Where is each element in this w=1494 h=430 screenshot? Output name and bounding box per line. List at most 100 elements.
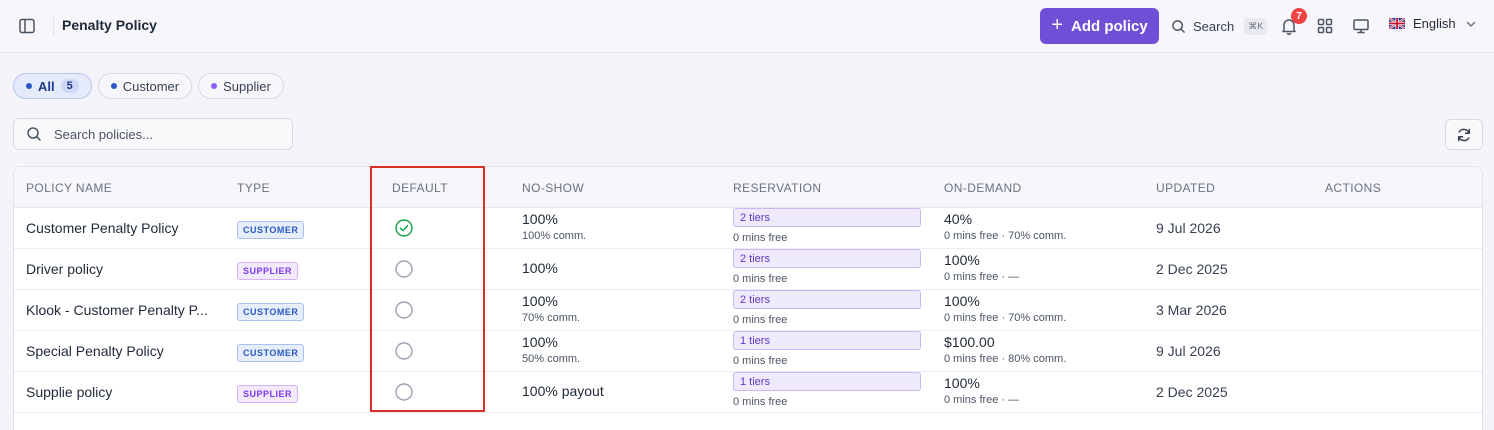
- reservation-free-time: 0 mins free: [733, 314, 788, 326]
- type-badge: CUSTOMER: [237, 303, 305, 321]
- reservation-cell: 2 tiers 0 mins free: [733, 208, 921, 244]
- updated-date: 3 Mar 2026: [1156, 302, 1227, 318]
- top-bar: Penalty Policy + Add policy Search ⌘K 7: [0, 0, 1494, 53]
- reservation-tiers-badge[interactable]: 1 tiers: [733, 331, 921, 350]
- reservation-tiers-badge[interactable]: 1 tiers: [733, 372, 921, 391]
- column-header-reservation[interactable]: RESERVATION: [733, 181, 821, 195]
- global-search-button[interactable]: Search ⌘K: [1171, 15, 1268, 37]
- grid-icon[interactable]: [1315, 16, 1335, 36]
- filter-chip-supplier[interactable]: Supplier: [198, 73, 284, 99]
- reservation-tiers-badge[interactable]: 2 tiers: [733, 208, 921, 227]
- add-policy-label: Add policy: [1071, 17, 1148, 35]
- updated-date: 2 Dec 2025: [1156, 384, 1228, 400]
- sidebar-toggle-icon[interactable]: [17, 16, 37, 36]
- table-header: POLICY NAME TYPE DEFAULT NO-SHOW RESERVA…: [14, 167, 1482, 208]
- type-badge: SUPPLIER: [237, 385, 299, 403]
- default-radio-icon[interactable]: [394, 341, 414, 361]
- no-show-value: 100%: [522, 293, 558, 309]
- default-check-icon[interactable]: [394, 218, 414, 238]
- table-row[interactable]: Supplie policy SUPPLIER 100% payout 1 ti…: [14, 372, 1482, 413]
- table-row[interactable]: Customer Penalty Policy CUSTOMER 100% 10…: [14, 208, 1482, 249]
- type-badge: CUSTOMER: [237, 344, 305, 362]
- on-demand-detail: 0 mins free · 70% comm.: [944, 230, 1067, 242]
- filter-chip-customer[interactable]: Customer: [97, 73, 193, 99]
- on-demand-detail: 0 mins free · 80% comm.: [944, 353, 1067, 365]
- uk-flag-icon: [1389, 18, 1405, 29]
- policy-name[interactable]: Driver policy: [26, 261, 103, 277]
- no-show-cell: 100% 70% comm.: [522, 293, 580, 324]
- page-title: Penalty Policy: [62, 17, 157, 33]
- filter-all-label: All: [38, 78, 55, 94]
- reservation-cell: 1 tiers 0 mins free: [733, 331, 921, 367]
- policy-search-input[interactable]: [54, 126, 274, 142]
- add-policy-button[interactable]: + Add policy: [1040, 8, 1159, 44]
- updated-date: 2 Dec 2025: [1156, 261, 1228, 277]
- updated-date: 9 Jul 2026: [1156, 343, 1221, 359]
- updated-date: 9 Jul 2026: [1156, 220, 1221, 236]
- policy-search-field: [13, 118, 293, 150]
- refresh-button[interactable]: [1445, 119, 1483, 150]
- column-header-default[interactable]: DEFAULT: [392, 181, 448, 195]
- reservation-cell: 1 tiers 0 mins free: [733, 372, 921, 408]
- reservation-tiers-badge[interactable]: 2 tiers: [733, 249, 921, 268]
- default-radio-icon[interactable]: [394, 382, 414, 402]
- default-radio-icon[interactable]: [394, 300, 414, 320]
- policy-name[interactable]: Supplie policy: [26, 384, 112, 400]
- policy-table: POLICY NAME TYPE DEFAULT NO-SHOW RESERVA…: [13, 166, 1483, 430]
- type-badge: CUSTOMER: [237, 221, 305, 239]
- on-demand-detail: 0 mins free · —: [944, 394, 1020, 406]
- no-show-value: 100%: [522, 211, 558, 227]
- table-row[interactable]: Driver policy SUPPLIER 100% 2 tiers 0 mi…: [14, 249, 1482, 290]
- notification-badge: 7: [1291, 8, 1307, 24]
- column-header-policy-name[interactable]: POLICY NAME: [26, 181, 112, 195]
- column-header-actions: ACTIONS: [1325, 181, 1382, 195]
- reservation-free-time: 0 mins free: [733, 232, 788, 244]
- on-demand-cell: 40% 0 mins free · 70% comm.: [944, 211, 1066, 242]
- language-label: English: [1413, 16, 1456, 31]
- no-show-value: 100%: [522, 334, 558, 350]
- on-demand-detail: 0 mins free · —: [944, 271, 1020, 283]
- no-show-cell: 100%: [522, 260, 558, 276]
- monitor-icon[interactable]: [1351, 16, 1371, 36]
- on-demand-cell: 100% 0 mins free · —: [944, 375, 1019, 406]
- search-icon: [27, 127, 41, 141]
- policy-name[interactable]: Klook - Customer Penalty P...: [26, 302, 208, 318]
- policy-name[interactable]: Special Penalty Policy: [26, 343, 164, 359]
- filter-chip-all[interactable]: All 5: [13, 73, 92, 99]
- table-row[interactable]: Special Penalty Policy CUSTOMER 100% 50%…: [14, 331, 1482, 372]
- reservation-free-time: 0 mins free: [733, 355, 788, 367]
- filter-dot: [110, 83, 117, 89]
- on-demand-cell: 100% 0 mins free · 70% comm.: [944, 293, 1066, 324]
- column-header-no-show[interactable]: NO-SHOW: [522, 181, 584, 195]
- reservation-cell: 2 tiers 0 mins free: [733, 249, 921, 285]
- search-icon: [1172, 19, 1185, 33]
- on-demand-value: 100%: [944, 252, 980, 268]
- reservation-tiers-badge[interactable]: 2 tiers: [733, 290, 921, 309]
- no-show-cell: 100% 50% comm.: [522, 334, 580, 365]
- column-header-type[interactable]: TYPE: [237, 181, 270, 195]
- on-demand-value: 100%: [944, 293, 980, 309]
- on-demand-detail: 0 mins free · 70% comm.: [944, 312, 1067, 324]
- on-demand-cell: $100.00 0 mins free · 80% comm.: [944, 334, 1066, 365]
- column-header-on-demand[interactable]: ON-DEMAND: [944, 181, 1022, 195]
- table-row[interactable]: Klook - Customer Penalty P... CUSTOMER 1…: [14, 290, 1482, 331]
- on-demand-cell: 100% 0 mins free · —: [944, 252, 1019, 283]
- search-shortcut: ⌘K: [1244, 17, 1268, 35]
- language-selector[interactable]: English: [1389, 16, 1478, 31]
- refresh-icon: [1457, 128, 1471, 141]
- topbar-divider: [53, 16, 54, 36]
- policy-name[interactable]: Customer Penalty Policy: [26, 220, 179, 236]
- on-demand-value: 100%: [944, 375, 980, 391]
- filter-customer-label: Customer: [122, 78, 180, 94]
- type-badge: SUPPLIER: [237, 262, 299, 280]
- no-show-value: 100% payout: [522, 383, 604, 399]
- default-radio-icon[interactable]: [394, 259, 414, 279]
- column-header-updated[interactable]: UPDATED: [1156, 181, 1215, 195]
- no-show-value: 100%: [522, 260, 558, 276]
- no-show-cell: 100% payout: [522, 383, 604, 399]
- filter-dot: [26, 83, 32, 89]
- no-show-commission: 70% comm.: [522, 312, 581, 324]
- reservation-free-time: 0 mins free: [733, 273, 788, 285]
- filter-all-count: 5: [60, 79, 79, 93]
- chevron-down-icon: [1466, 21, 1475, 27]
